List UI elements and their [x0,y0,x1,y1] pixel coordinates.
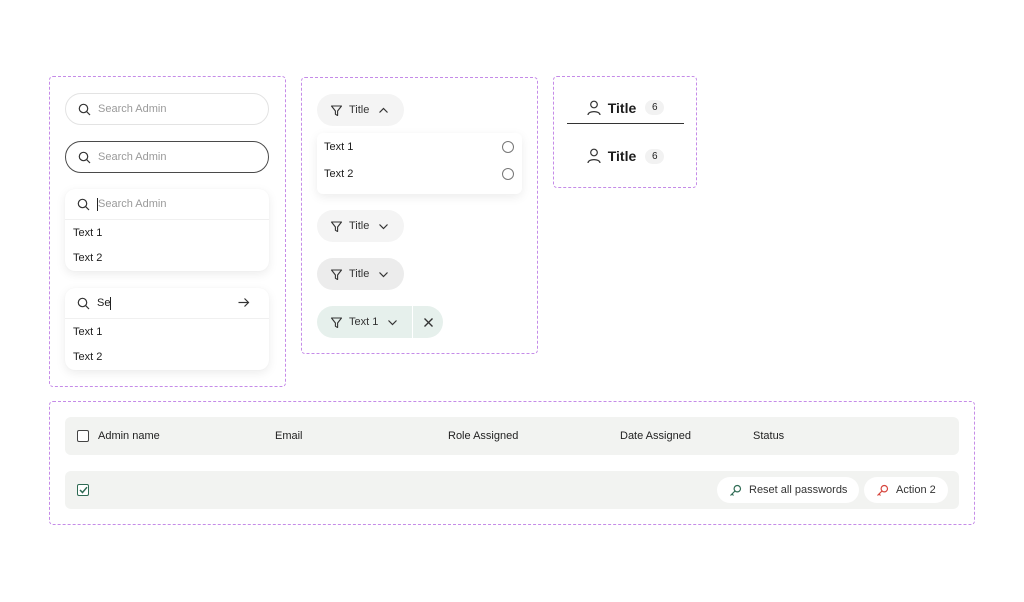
action-label: Action 2 [896,484,936,496]
header-checkbox-cell [77,417,89,455]
reset-passwords-button[interactable]: Reset all passwords [717,477,860,503]
count-badge: 6 [645,148,665,164]
filter-chip-label: Title [349,220,370,232]
search-dropdown-typed: Se Text 1 Text 2 [65,288,269,370]
funnel-icon [330,104,343,117]
search-icon [78,151,91,164]
funnel-icon [330,220,343,233]
tab-default[interactable]: Title 6 [567,140,684,172]
filter-chip-hover[interactable]: Title [317,258,404,290]
column-header-admin-name[interactable]: Admin name [98,417,160,455]
table-header: Admin name Email Role Assigned Date Assi… [65,417,959,455]
filter-chip-applied[interactable]: Text 1 [317,306,412,338]
user-icon [587,148,601,164]
tab-label: Title [607,99,637,116]
funnel-icon [330,316,343,329]
search-typed-value: Se [97,297,111,309]
filter-chip-default[interactable]: Title [317,210,404,242]
check-icon [78,486,88,494]
filter-option-label: Text 2 [324,167,354,180]
count-badge: 6 [645,100,665,115]
search-icon [77,297,90,310]
bulk-action-row: Reset all passwords Action 2 [65,471,959,509]
search-dropdown-focused: Search Admin Text 1 Text 2 [65,189,269,271]
radio-button[interactable] [502,167,514,180]
column-header-role[interactable]: Role Assigned [448,417,518,455]
search-input[interactable]: Search Admin [65,93,269,125]
filter-option[interactable]: Text 2 [317,160,522,187]
select-all-checkbox[interactable] [77,430,89,442]
chevron-down-icon [378,221,389,232]
row-checkbox-cell [77,484,89,496]
text-caret [110,296,112,310]
column-header-email[interactable]: Email [275,417,303,455]
dropdown-item[interactable]: Text 2 [65,344,269,369]
chevron-up-icon [378,105,389,116]
column-header-status[interactable]: Status [753,417,784,455]
filter-chip-open[interactable]: Title [317,94,404,126]
chevron-down-icon [387,317,398,328]
search-placeholder: Search Admin [98,151,167,163]
radio-button[interactable] [502,140,514,153]
search-input-typed[interactable]: Se [65,288,269,319]
chevron-down-icon [378,269,389,280]
row-checkbox-checked[interactable] [77,484,89,496]
tab-selected[interactable]: Title 6 [567,92,684,124]
column-header-date[interactable]: Date Assigned [620,417,691,455]
search-icon [77,198,90,211]
action-label: Reset all passwords [749,484,848,496]
search-input-hover[interactable]: Search Admin [65,141,269,173]
filter-chip-label: Title [349,268,370,280]
clear-filter-button[interactable] [412,306,443,338]
search-placeholder: Search Admin [98,103,167,115]
close-icon [423,317,434,328]
search-placeholder: Search Admin [98,198,167,210]
filter-chip-label: Title [349,104,370,116]
action-2-button[interactable]: Action 2 [864,477,948,503]
user-icon [587,100,601,116]
dropdown-item[interactable]: Text 2 [65,245,269,270]
search-icon [78,103,91,116]
funnel-icon [330,268,343,281]
filter-chip-label: Text 1 [349,316,379,328]
key-icon [876,484,889,497]
dropdown-item[interactable]: Text 1 [65,319,269,344]
arrow-right-icon[interactable] [237,296,250,309]
tab-label: Title [607,148,637,164]
filter-option[interactable]: Text 1 [317,133,522,160]
search-input-focused[interactable]: Search Admin [65,189,269,220]
key-icon [729,484,742,497]
filter-options-panel: Text 1 Text 2 [317,133,522,194]
dropdown-item[interactable]: Text 1 [65,220,269,245]
filter-option-label: Text 1 [324,140,354,153]
